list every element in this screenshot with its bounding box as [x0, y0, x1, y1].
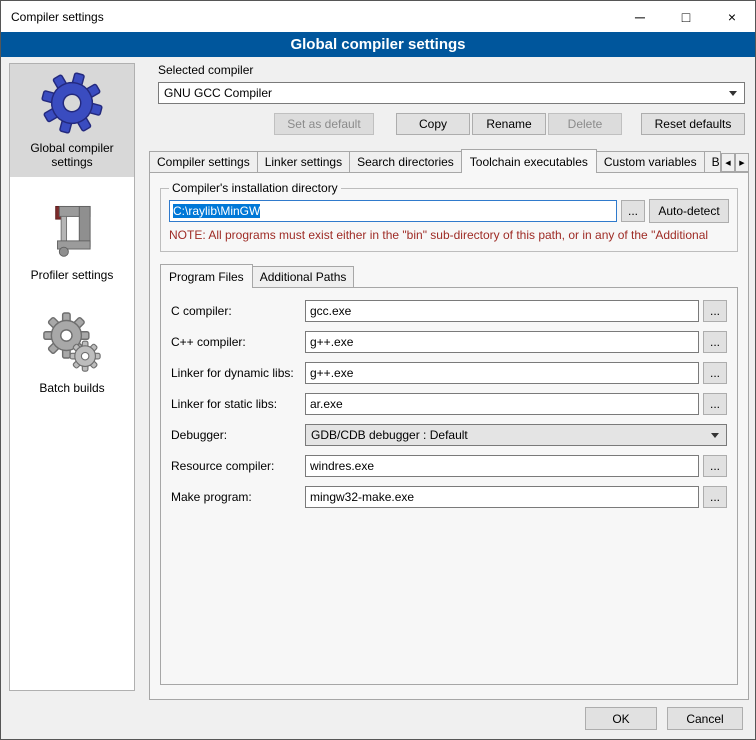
maximize-button[interactable]: □ — [663, 1, 709, 32]
program-files-page: C compiler: ... C++ compiler: ... Linker… — [160, 287, 738, 685]
make-program-browse-button[interactable]: ... — [703, 486, 727, 508]
close-icon: × — [728, 9, 736, 25]
dialog-footer: OK Cancel — [585, 707, 743, 730]
make-program-label: Make program: — [171, 490, 305, 504]
tab-search-directories[interactable]: Search directories — [349, 151, 462, 172]
resource-compiler-label: Resource compiler: — [171, 459, 305, 473]
cpp-compiler-browse-button[interactable]: ... — [703, 331, 727, 353]
dynamic-linker-label: Linker for dynamic libs: — [171, 366, 305, 380]
selected-compiler-label: Selected compiler — [158, 63, 749, 77]
form-row-make-program: Make program: ... — [171, 486, 727, 508]
dynamic-linker-browse-button[interactable]: ... — [703, 362, 727, 384]
installation-directory-selected-text: C:\raylib\MinGW — [173, 204, 260, 218]
resource-compiler-input[interactable] — [305, 455, 699, 477]
settings-tabbar: Compiler settings Linker settings Search… — [149, 149, 749, 172]
tab-compiler-settings[interactable]: Compiler settings — [149, 151, 258, 172]
set-as-default-button[interactable]: Set as default — [274, 113, 374, 135]
cpp-compiler-label: C++ compiler: — [171, 335, 305, 349]
bin-subdirectory-note: NOTE: All programs must exist either in … — [169, 228, 729, 242]
tab-additional-paths[interactable]: Additional Paths — [252, 266, 355, 287]
gear-icon — [41, 72, 103, 134]
c-compiler-browse-button[interactable]: ... — [703, 300, 727, 322]
tab-build-options-clipped[interactable]: Buil — [704, 151, 721, 172]
arrow-left-icon: ◀ — [725, 159, 730, 167]
tab-program-files[interactable]: Program Files — [160, 264, 253, 288]
delete-button[interactable]: Delete — [548, 113, 622, 135]
form-row-static-linker: Linker for static libs: ... — [171, 393, 727, 415]
copy-button[interactable]: Copy — [396, 113, 470, 135]
selected-compiler-value: GNU GCC Compiler — [164, 86, 272, 100]
sidebar-item-label: Global compiler settings — [12, 141, 132, 169]
selected-compiler-dropdown[interactable]: GNU GCC Compiler — [158, 82, 745, 104]
tab-scrollers: ◀ ▶ — [721, 153, 749, 172]
static-linker-label: Linker for static libs: — [171, 397, 305, 411]
sidebar-item-global-compiler-settings[interactable]: Global compiler settings — [10, 64, 134, 177]
minimize-button[interactable]: ─ — [617, 1, 663, 32]
window-controls: ─ □ × — [617, 1, 755, 32]
form-row-debugger: Debugger: GDB/CDB debugger : Default — [171, 424, 727, 446]
reset-defaults-button[interactable]: Reset defaults — [641, 113, 745, 135]
form-row-resource-compiler: Resource compiler: ... — [171, 455, 727, 477]
debugger-value: GDB/CDB debugger : Default — [311, 428, 468, 442]
rename-button[interactable]: Rename — [472, 113, 546, 135]
static-linker-browse-button[interactable]: ... — [703, 393, 727, 415]
profiler-tool-icon — [43, 199, 101, 261]
compiler-button-row: Set as default Copy Rename Delete Reset … — [158, 113, 745, 135]
dynamic-linker-input[interactable] — [305, 362, 699, 384]
form-row-cpp-compiler: C++ compiler: ... — [171, 331, 727, 353]
window-title: Compiler settings — [11, 10, 104, 24]
batch-gears-icon — [42, 312, 102, 374]
debugger-dropdown[interactable]: GDB/CDB debugger : Default — [305, 424, 727, 446]
ok-button[interactable]: OK — [585, 707, 657, 730]
installation-directory-legend: Compiler's installation directory — [169, 181, 341, 195]
tab-custom-variables[interactable]: Custom variables — [596, 151, 705, 172]
sidebar-item-batch-builds[interactable]: Batch builds — [10, 304, 134, 403]
form-row-c-compiler: C compiler: ... — [171, 300, 727, 322]
compiler-settings-dialog: Compiler settings ─ □ × Global compiler … — [0, 0, 756, 740]
minimize-icon: ─ — [635, 9, 645, 25]
toolchain-executables-page: Compiler's installation directory C:\ray… — [149, 172, 749, 700]
tab-scroll-right-button[interactable]: ▶ — [735, 153, 749, 172]
cpp-compiler-input[interactable] — [305, 331, 699, 353]
form-row-dynamic-linker: Linker for dynamic libs: ... — [171, 362, 727, 384]
main-panel: Selected compiler GNU GCC Compiler Set a… — [149, 63, 749, 700]
maximize-icon: □ — [682, 9, 690, 25]
resource-compiler-browse-button[interactable]: ... — [703, 455, 727, 477]
tab-linker-settings[interactable]: Linker settings — [257, 151, 350, 172]
sidebar-item-label: Profiler settings — [12, 268, 132, 282]
debugger-label: Debugger: — [171, 428, 305, 442]
c-compiler-label: C compiler: — [171, 304, 305, 318]
tab-toolchain-executables[interactable]: Toolchain executables — [461, 149, 597, 173]
close-button[interactable]: × — [709, 1, 755, 32]
installation-directory-group: Compiler's installation directory C:\ray… — [160, 181, 738, 252]
tab-scroll-left-button[interactable]: ◀ — [721, 153, 735, 172]
cancel-button[interactable]: Cancel — [667, 707, 743, 730]
titlebar[interactable]: Compiler settings ─ □ × — [1, 1, 755, 32]
installation-directory-browse-button[interactable]: ... — [621, 200, 645, 222]
sidebar-item-profiler-settings[interactable]: Profiler settings — [10, 191, 134, 290]
make-program-input[interactable] — [305, 486, 699, 508]
arrow-right-icon: ▶ — [739, 159, 744, 167]
installation-directory-input[interactable]: C:\raylib\MinGW — [169, 200, 617, 222]
program-files-tabbar: Program Files Additional Paths — [160, 264, 748, 287]
chevron-down-icon — [711, 433, 719, 438]
sidebar: Global compiler settings Profiler settin… — [9, 63, 135, 691]
installation-directory-row: C:\raylib\MinGW ... Auto-detect — [169, 199, 729, 223]
auto-detect-button[interactable]: Auto-detect — [649, 199, 729, 223]
c-compiler-input[interactable] — [305, 300, 699, 322]
chevron-down-icon — [729, 91, 737, 96]
sidebar-item-label: Batch builds — [12, 381, 132, 395]
page-title: Global compiler settings — [1, 32, 755, 57]
static-linker-input[interactable] — [305, 393, 699, 415]
